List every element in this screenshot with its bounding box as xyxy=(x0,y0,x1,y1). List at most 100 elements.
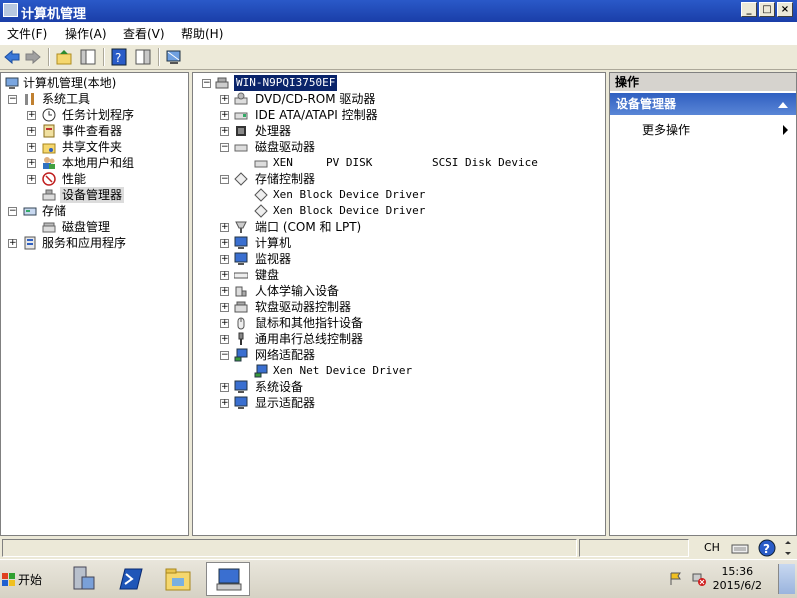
up-folder-icon[interactable] xyxy=(55,48,73,66)
menu-action[interactable]: 操作(A) xyxy=(65,25,107,42)
device-category-display[interactable]: + 显示适配器 xyxy=(193,395,605,411)
device-category-computer[interactable]: + 计算机 xyxy=(193,235,605,251)
start-button[interactable]: 开始 xyxy=(2,569,46,591)
device-item-disk[interactable]: XEN PV DISK SCSI Disk Device xyxy=(193,155,605,171)
menu-help[interactable]: 帮助(H) xyxy=(181,25,223,42)
action-center-flag-icon[interactable] xyxy=(669,572,683,586)
expand-toggle[interactable]: + xyxy=(220,335,229,344)
monitor-icon xyxy=(234,252,248,265)
device-category-storage-controllers[interactable]: − 存储控制器 xyxy=(193,171,605,187)
device-category-system[interactable]: + 系统设备 xyxy=(193,379,605,395)
expand-toggle[interactable]: + xyxy=(220,239,229,248)
device-category-disk-drives[interactable]: − 磁盘驱动器 xyxy=(193,139,605,155)
device-category-ide[interactable]: + IDE ATA/ATAPI 控制器 xyxy=(193,107,605,123)
expand-toggle[interactable]: + xyxy=(27,127,36,136)
expand-toggle[interactable]: + xyxy=(220,127,229,136)
device-category-dvd[interactable]: + DVD/CD-ROM 驱动器 xyxy=(193,91,605,107)
taskbar-explorer[interactable] xyxy=(156,562,200,596)
expand-toggle[interactable]: + xyxy=(220,319,229,328)
language-indicator[interactable]: CH xyxy=(704,541,720,554)
menu-view[interactable]: 查看(V) xyxy=(123,25,165,42)
tree-item-storage[interactable]: − 存储 xyxy=(1,203,188,219)
tree-item-performance[interactable]: + 性能 xyxy=(1,171,188,187)
tree-item-event-viewer[interactable]: + 事件查看器 xyxy=(1,123,188,139)
forward-arrow-icon[interactable] xyxy=(24,48,42,66)
show-hide-tree-icon[interactable] xyxy=(79,48,97,66)
taskbar-computer-management[interactable] xyxy=(206,562,250,596)
expand-toggle[interactable]: + xyxy=(220,287,229,296)
expand-toggle[interactable]: + xyxy=(220,303,229,312)
menu-file[interactable]: 文件(F) xyxy=(7,25,47,42)
collapse-up-icon[interactable] xyxy=(778,102,788,108)
collapse-toggle[interactable]: − xyxy=(220,351,229,360)
collapse-toggle[interactable]: − xyxy=(8,95,17,104)
device-item-xen-net[interactable]: Xen Net Device Driver xyxy=(193,363,605,379)
device-category-floppy[interactable]: + 软盘驱动器控制器 xyxy=(193,299,605,315)
taskbar-server-manager[interactable] xyxy=(60,562,104,596)
windows-logo-icon xyxy=(2,573,15,586)
tree-item-services-apps[interactable]: + 服务和应用程序 xyxy=(1,235,188,251)
device-category-mice[interactable]: + 鼠标和其他指针设备 xyxy=(193,315,605,331)
tree-item-disk-management[interactable]: 磁盘管理 xyxy=(1,219,188,235)
help-icon[interactable]: ? xyxy=(758,539,776,557)
collapse-toggle[interactable]: − xyxy=(220,175,229,184)
taskbar-powershell[interactable] xyxy=(108,562,152,596)
expand-toggle[interactable]: + xyxy=(27,143,36,152)
expand-toggle[interactable]: + xyxy=(220,399,229,408)
computer-management-icon xyxy=(5,77,19,89)
tree-item-task-scheduler[interactable]: + 任务计划程序 xyxy=(1,107,188,123)
network-adapter-icon xyxy=(254,364,268,378)
device-category-keyboards[interactable]: + 键盘 xyxy=(193,267,605,283)
expand-toggle[interactable]: + xyxy=(27,159,36,168)
tree-item-local-users[interactable]: + 本地用户和组 xyxy=(1,155,188,171)
expand-toggle[interactable]: + xyxy=(8,239,17,248)
keyboard-icon[interactable] xyxy=(731,540,749,556)
console-tree-pane: 计算机管理(本地) − 系统工具 + 任务计划程序 + 事件查看器 + 共享文件… xyxy=(0,72,189,536)
tree-item-root[interactable]: 计算机管理(本地) xyxy=(1,75,188,91)
device-category-processor[interactable]: + 处理器 xyxy=(193,123,605,139)
event-viewer-icon xyxy=(43,124,55,138)
device-item-xen-block-2[interactable]: Xen Block Device Driver xyxy=(193,203,605,219)
expand-toggle[interactable]: + xyxy=(220,255,229,264)
network-tray-icon[interactable] xyxy=(692,572,706,586)
expand-toggle[interactable]: + xyxy=(27,175,36,184)
status-cell-main xyxy=(2,539,577,557)
computer-management-icon xyxy=(216,568,242,591)
collapse-toggle[interactable]: − xyxy=(202,79,211,88)
processor-icon xyxy=(236,126,246,136)
expand-toggle[interactable]: + xyxy=(220,271,229,280)
device-category-ports[interactable]: + 端口 (COM 和 LPT) xyxy=(193,219,605,235)
expand-toggle[interactable]: + xyxy=(220,223,229,232)
collapse-toggle[interactable]: − xyxy=(220,143,229,152)
show-action-pane-icon[interactable] xyxy=(134,48,152,66)
scan-hardware-icon[interactable] xyxy=(165,48,183,66)
close-button[interactable]: × xyxy=(777,2,793,17)
options-arrows-icon[interactable] xyxy=(783,540,793,556)
more-actions-link[interactable]: 更多操作 xyxy=(642,121,690,138)
tree-item-device-manager[interactable]: 设备管理器 xyxy=(1,187,188,203)
device-category-hid[interactable]: + 人体学输入设备 xyxy=(193,283,605,299)
expand-toggle[interactable]: + xyxy=(220,95,229,104)
window-title: 计算机管理 xyxy=(21,7,87,22)
svg-text:?: ? xyxy=(763,542,770,556)
tree-item-shared-folders[interactable]: + 共享文件夹 xyxy=(1,139,188,155)
tree-item-system-tools[interactable]: − 系统工具 xyxy=(1,91,188,107)
device-category-monitors[interactable]: + 监视器 xyxy=(193,251,605,267)
collapse-toggle[interactable]: − xyxy=(8,207,17,216)
expand-toggle[interactable]: + xyxy=(220,111,229,120)
device-item-xen-block-1[interactable]: Xen Block Device Driver xyxy=(193,187,605,203)
title-bar[interactable]: 计算机管理 _ □ × xyxy=(0,0,797,22)
actions-section-device-manager[interactable]: 设备管理器 xyxy=(610,93,796,115)
device-category-network[interactable]: − 网络适配器 xyxy=(193,347,605,363)
device-tree-host[interactable]: − WIN-N9PQI3750EF xyxy=(193,75,605,91)
expand-toggle[interactable]: + xyxy=(27,111,36,120)
restore-button[interactable]: □ xyxy=(759,2,775,17)
show-desktop-button[interactable] xyxy=(778,564,795,594)
disk-drive-icon xyxy=(254,160,268,168)
system-clock[interactable]: 15:36 2015/6/2 xyxy=(713,565,762,593)
minimize-button[interactable]: _ xyxy=(741,2,757,17)
expand-toggle[interactable]: + xyxy=(220,383,229,392)
back-arrow-icon[interactable] xyxy=(3,48,21,66)
help-icon[interactable]: ? xyxy=(110,48,128,66)
device-category-usb[interactable]: + 通用串行总线控制器 xyxy=(193,331,605,347)
